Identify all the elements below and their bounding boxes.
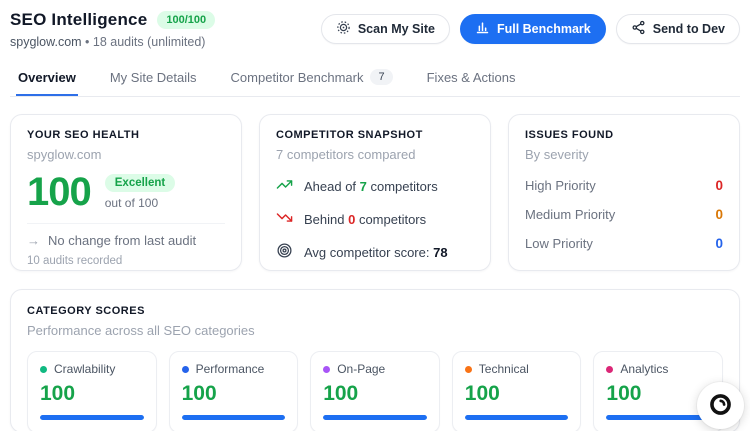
header: SEO Intelligence 100/100 spyglow.com • 1… — [10, 0, 740, 49]
ring-record-icon — [707, 391, 734, 421]
site-domain: spyglow.com — [10, 35, 82, 49]
technical-progress-bar — [464, 415, 569, 420]
high-priority-count: 0 — [715, 178, 723, 193]
ahead-of-row: Ahead of 7 competitors — [276, 176, 474, 196]
issues-found-card: ISSUES FOUND By severity High Priority 0… — [508, 114, 740, 271]
tab-overview-label: Overview — [18, 69, 76, 85]
competitor-snapshot-title: COMPETITOR SNAPSHOT — [276, 129, 423, 141]
analytics-dot-icon — [606, 365, 614, 373]
behind-row: Behind 0 competitors — [276, 209, 474, 229]
seo-dashboard: SEO Intelligence 100/100 spyglow.com • 1… — [0, 0, 750, 431]
category-grid: Crawlability 100 Performance 100 On-Page — [27, 351, 723, 431]
analytics-score: 100 — [606, 382, 642, 405]
analytics-label: Analytics — [620, 362, 669, 376]
seo-health-domain: spyglow.com — [27, 147, 102, 162]
full-benchmark-label: Full Benchmark — [496, 22, 591, 36]
scan-my-site-label: Scan My Site — [357, 22, 435, 36]
divider — [27, 223, 225, 224]
radar-scan-icon — [336, 20, 351, 38]
crawlability-dot-icon — [40, 365, 47, 373]
header-subtitle: spyglow.com • 18 audits (unlimited) — [10, 35, 215, 49]
performance-score: 100 — [181, 382, 217, 405]
on-page-progress-bar — [323, 415, 427, 420]
seo-health-card: YOUR SEO HEALTH spyglow.com 100 Excellen… — [10, 114, 242, 271]
trending-down-icon — [276, 209, 293, 229]
header-left: SEO Intelligence 100/100 spyglow.com • 1… — [10, 10, 216, 49]
audits-info: • 18 audits (unlimited) — [85, 35, 206, 49]
tab-fixes-actions[interactable]: Fixes & Actions — [425, 63, 518, 96]
seo-health-title: YOUR SEO HEALTH — [27, 129, 140, 141]
crawlability-score: 100 — [40, 382, 76, 405]
competitor-count-badge: 7 — [370, 69, 393, 85]
right-arrow-icon: → — [27, 233, 40, 248]
competitor-snapshot-card: COMPETITOR SNAPSHOT 7 competitors compar… — [259, 114, 491, 271]
competitor-snapshot-subtitle: 7 competitors compared — [276, 147, 416, 162]
bar-chart-icon — [475, 20, 490, 38]
trending-up-icon — [276, 176, 293, 196]
scan-my-site-button[interactable]: Scan My Site — [320, 14, 450, 44]
category-scores-card: CATEGORY SCORES Performance across all S… — [10, 289, 740, 431]
category-scores-title: CATEGORY SCORES — [27, 305, 145, 317]
category-scores-subtitle: Performance across all SEO categories — [27, 323, 255, 338]
crawlability-label: Crawlability — [54, 362, 116, 376]
tab-fixes-actions-label: Fixes & Actions — [426, 69, 516, 85]
performance-dot-icon — [181, 365, 189, 373]
tab-competitor-benchmark-label: Competitor Benchmark — [230, 69, 364, 85]
technical-label: Technical — [478, 362, 529, 376]
performance-progress-bar — [181, 415, 286, 420]
category-item-technical: Technical 100 — [451, 351, 582, 431]
low-priority-label: Low Priority — [525, 236, 593, 251]
medium-priority-row: Medium Priority 0 — [525, 207, 723, 222]
medium-priority-count: 0 — [715, 207, 723, 222]
score-change-row: → No change from last audit — [27, 233, 225, 248]
header-score-badge: 100/100 — [157, 11, 216, 29]
page-title: SEO Intelligence — [10, 10, 148, 29]
low-priority-count: 0 — [715, 236, 723, 251]
send-to-dev-button[interactable]: Send to Dev — [615, 14, 740, 44]
tab-my-site-details[interactable]: My Site Details — [108, 63, 199, 96]
full-benchmark-button[interactable]: Full Benchmark — [459, 14, 606, 44]
tab-my-site-details-label: My Site Details — [109, 69, 197, 85]
summary-cards-row: YOUR SEO HEALTH spyglow.com 100 Excellen… — [10, 114, 740, 271]
avg-score-text: Avg competitor score: 78 — [304, 244, 448, 260]
on-page-score: 100 — [323, 382, 359, 405]
out-of-label: out of 100 — [104, 196, 159, 210]
category-item-crawlability: Crawlability 100 — [27, 351, 157, 431]
performance-label: Performance — [195, 362, 265, 376]
on-page-label: On-Page — [337, 362, 386, 376]
high-priority-label: High Priority — [525, 178, 596, 193]
tab-bar: Overview My Site Details Competitor Benc… — [10, 63, 740, 97]
analytics-progress-bar — [606, 415, 710, 420]
audits-recorded: 10 audits recorded — [27, 255, 123, 267]
issues-found-title: ISSUES FOUND — [525, 129, 614, 141]
category-item-performance: Performance 100 — [168, 351, 299, 431]
category-item-on-page: On-Page 100 — [310, 351, 440, 431]
medium-priority-label: Medium Priority — [525, 207, 616, 222]
rating-badge: Excellent — [104, 174, 176, 192]
technical-dot-icon — [464, 365, 472, 373]
target-icon — [276, 242, 293, 262]
header-actions: Scan My Site Full Benchmark Send to Dev — [320, 10, 740, 44]
on-page-dot-icon — [323, 365, 331, 373]
tab-competitor-benchmark[interactable]: Competitor Benchmark 7 — [229, 63, 395, 96]
avg-score-row: Avg competitor score: 78 — [276, 242, 474, 262]
technical-score: 100 — [464, 382, 500, 405]
high-priority-row: High Priority 0 — [525, 178, 723, 193]
issues-found-subtitle: By severity — [525, 147, 589, 162]
send-to-dev-label: Send to Dev — [652, 22, 725, 36]
seo-health-score: 100 — [27, 170, 92, 214]
ahead-of-text: Ahead of 7 competitors — [304, 178, 438, 194]
low-priority-row: Low Priority 0 — [525, 236, 723, 251]
tab-overview[interactable]: Overview — [16, 63, 78, 96]
score-change-text: No change from last audit — [48, 233, 197, 248]
behind-text: Behind 0 competitors — [304, 211, 427, 227]
crawlability-progress-bar — [40, 415, 144, 420]
floating-widget-button[interactable] — [697, 382, 744, 429]
share-icon — [631, 20, 646, 38]
